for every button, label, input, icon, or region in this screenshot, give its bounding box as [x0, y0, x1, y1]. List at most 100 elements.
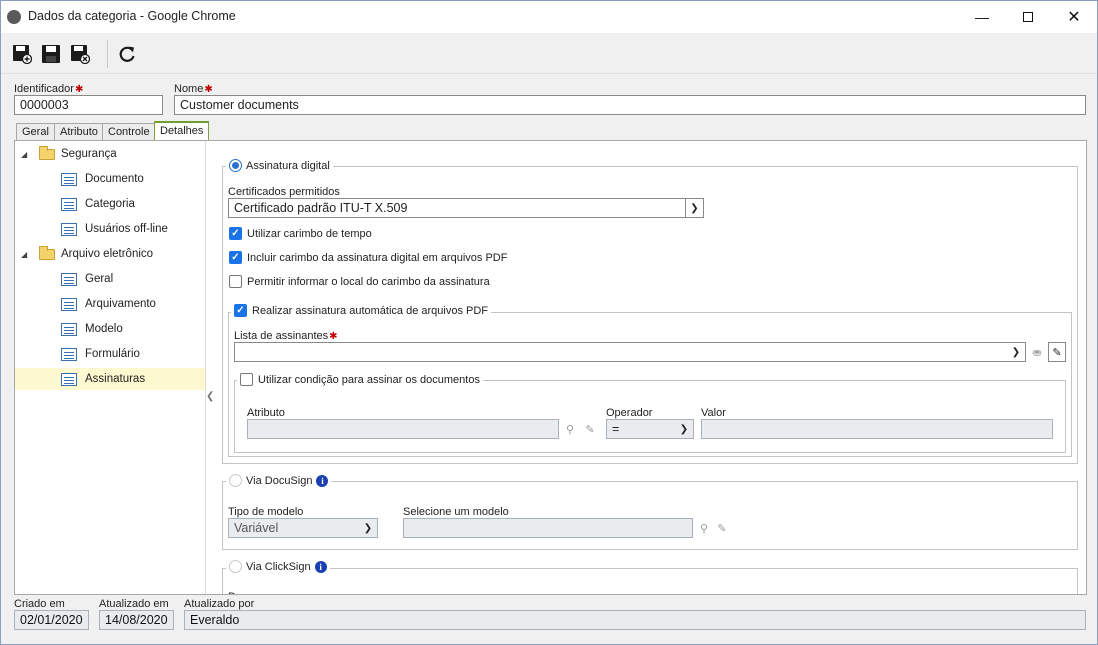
tree-item-formulario[interactable]: Formulário	[61, 343, 140, 365]
expand-icon[interactable]: ◢	[21, 150, 31, 159]
attribute-field	[247, 419, 559, 439]
name-field[interactable]: Customer documents	[174, 95, 1086, 115]
certificates-label: Certificados permitidos	[228, 186, 340, 198]
tab-detalhes[interactable]: Detalhes	[154, 121, 210, 141]
tree-group-arquivo-eletronico[interactable]: ◢ Arquivo eletrônico	[21, 243, 153, 265]
tab-geral[interactable]: Geral	[16, 123, 55, 140]
required-icon: ✱	[329, 331, 338, 342]
tab-atributo[interactable]: Atributo	[54, 123, 104, 140]
form-icon	[61, 197, 77, 211]
save-new-button[interactable]	[9, 41, 35, 67]
clear-model-button: ✎	[713, 518, 731, 538]
form-icon	[61, 272, 77, 286]
condition-option[interactable]: Utilizar condição para assinar os docume…	[237, 373, 483, 386]
toolbar-separator	[107, 40, 108, 68]
form-icon	[61, 347, 77, 361]
tree-group-seguranca[interactable]: ◢ Segurança	[21, 143, 117, 165]
digital-signature-option[interactable]: Assinatura digital	[226, 159, 333, 172]
form-icon	[61, 222, 77, 236]
select-model-label: Selecione um modelo	[403, 506, 509, 518]
info-icon[interactable]: i	[314, 560, 327, 573]
search-model-button: ⚲	[695, 518, 713, 538]
folder-icon	[39, 145, 55, 160]
close-window-button[interactable]: ✕	[1051, 1, 1097, 33]
maximize-button[interactable]	[1005, 1, 1051, 33]
tree-item-geral[interactable]: Geral	[61, 268, 113, 290]
auto-signature-option[interactable]: ✓ Realizar assinatura automática de arqu…	[231, 304, 492, 317]
digital-signature-radio[interactable]	[229, 159, 242, 172]
clicksign-option[interactable]: Via ClickSign i	[226, 560, 330, 573]
select-model-field	[403, 518, 693, 538]
docusign-option[interactable]: Via DocuSign i	[226, 474, 332, 487]
tab-controle[interactable]: Controle	[102, 123, 156, 140]
form-icon	[61, 372, 77, 386]
window-title: Dados da categoria - Google Chrome	[28, 9, 236, 23]
updated-label: Atualizado em	[99, 598, 169, 610]
clicksign-radio[interactable]	[229, 560, 242, 573]
search-icon: ⚲	[565, 423, 575, 436]
save-icon	[42, 45, 60, 63]
save-close-icon	[71, 45, 90, 64]
model-type-select: Variável ❯	[228, 518, 378, 538]
search-attribute-button: ⚲	[561, 419, 579, 439]
model-type-label: Tipo de modelo	[228, 506, 304, 518]
allow-stamp-location-checkbox[interactable]: Permitir informar o local do carimbo da …	[229, 275, 490, 288]
updated-by-label: Atualizado por	[184, 598, 255, 610]
collapse-icon[interactable]: ❮	[206, 391, 214, 402]
chevron-down-icon: ❯	[685, 199, 703, 217]
clear-signers-button[interactable]: ✎	[1048, 342, 1066, 362]
eraser-icon: ✎	[717, 522, 727, 535]
updated-by-field: Everaldo	[184, 610, 1086, 630]
docusign-radio[interactable]	[229, 474, 242, 487]
check-icon: ✓	[229, 227, 242, 240]
navigation-tree: ◢ Segurança Documento Categoria Usuários…	[15, 141, 206, 594]
docusign-group	[222, 481, 1078, 550]
browser-window: Dados da categoria - Google Chrome — ✕ I…	[0, 0, 1098, 645]
timestamp-checkbox[interactable]: ✓ Utilizar carimbo de tempo	[229, 227, 372, 240]
tree-item-documento[interactable]: Documento	[61, 168, 144, 190]
created-field: 02/01/2020	[14, 610, 89, 630]
form-icon	[61, 297, 77, 311]
required-icon: ✱	[204, 84, 213, 95]
expand-icon[interactable]: ◢	[21, 250, 31, 259]
search-icon: ⚲	[699, 522, 709, 535]
identifier-field[interactable]: 0000003	[14, 95, 163, 115]
tree-item-usuarios-off-line[interactable]: Usuários off-line	[61, 218, 168, 240]
globe-icon	[7, 10, 21, 24]
checkbox-empty-icon[interactable]	[240, 373, 253, 386]
chevron-down-icon: ❯	[679, 423, 689, 435]
form-icon	[61, 172, 77, 186]
form-icon	[61, 322, 77, 336]
chevron-down-icon: ❯	[1011, 346, 1021, 358]
panel-splitter[interactable]: ❮	[206, 141, 214, 594]
refresh-icon	[119, 46, 135, 62]
minimize-button[interactable]: —	[959, 1, 1005, 33]
include-pdf-stamp-checkbox[interactable]: ✓ Incluir carimbo da assinatura digital e…	[229, 251, 507, 264]
save-new-icon	[13, 45, 32, 64]
certificates-select[interactable]: Certificado padrão ITU-T X.509 ❯	[228, 198, 704, 218]
signers-select[interactable]: ❯	[234, 342, 1026, 362]
eraser-icon: ✎	[585, 423, 595, 436]
info-icon[interactable]: i	[316, 474, 329, 487]
clicksign-field-label: D	[228, 591, 236, 594]
attribute-label: Atributo	[247, 407, 285, 419]
check-icon[interactable]: ✓	[234, 304, 247, 317]
toolbar	[1, 34, 1097, 74]
tree-item-arquivamento[interactable]: Arquivamento	[61, 293, 156, 315]
check-icon: ✓	[229, 251, 242, 264]
binoculars-icon: ⛂	[1032, 346, 1042, 359]
eraser-icon: ✎	[1052, 346, 1062, 359]
refresh-button[interactable]	[114, 41, 140, 67]
tree-item-categoria[interactable]: Categoria	[61, 193, 135, 215]
value-label: Valor	[701, 407, 726, 419]
clicksign-group	[222, 568, 1078, 594]
binoculars-button[interactable]: ⛂	[1028, 342, 1046, 362]
tree-item-assinaturas[interactable]: Assinaturas	[15, 368, 205, 390]
signers-label: Lista de assinantes✱	[234, 330, 338, 342]
details-panel: ◢ Segurança Documento Categoria Usuários…	[14, 140, 1087, 595]
save-button[interactable]	[38, 41, 64, 67]
required-icon: ✱	[74, 84, 84, 95]
folder-icon	[39, 245, 55, 260]
save-close-button[interactable]	[67, 41, 93, 67]
tree-item-modelo[interactable]: Modelo	[61, 318, 123, 340]
